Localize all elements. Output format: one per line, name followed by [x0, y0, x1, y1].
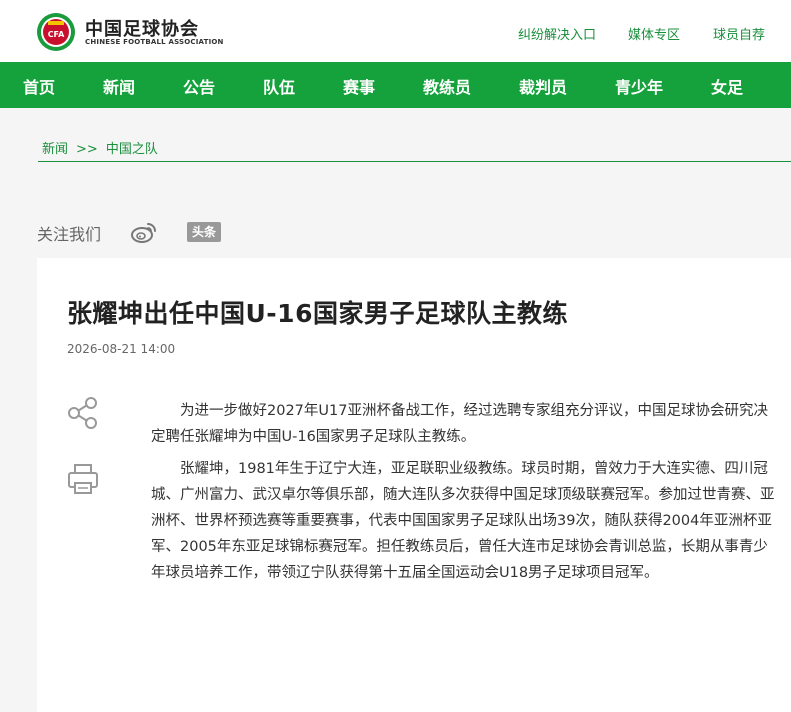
article-date: 2026-08-21 14:00: [67, 342, 176, 356]
article-paragraph: 张耀坤，1981年生于辽宁大连，亚足联职业级教练。球员时期，曾效力于大连实德、四…: [151, 461, 775, 581]
print-icon[interactable]: [65, 461, 101, 497]
cfa-logo[interactable]: CFA: [36, 12, 76, 52]
nav-teams[interactable]: 队伍: [263, 74, 295, 98]
nav-referees[interactable]: 裁判员: [519, 74, 567, 98]
nav-womens-football[interactable]: 女足: [711, 74, 743, 98]
breadcrumb-news[interactable]: 新闻: [42, 142, 68, 157]
nav-announcements[interactable]: 公告: [183, 74, 215, 98]
media-zone-link[interactable]: 媒体专区: [628, 24, 680, 43]
article-body: 为进一步做好2027年U17亚洲杯备战工作，经过选聘专家组充分评议，中国足球协会…: [151, 398, 777, 592]
article-title: 张耀坤出任中国U-16国家男子足球队主教练: [67, 299, 568, 328]
breadcrumb: 新闻 >> 中国之队: [42, 138, 158, 157]
share-icon[interactable]: [65, 395, 101, 431]
article-paragraph: 为进一步做好2027年U17亚洲杯备战工作，经过选聘专家组充分评议，中国足球协会…: [151, 403, 768, 445]
nav-news[interactable]: 新闻: [103, 74, 135, 98]
follow-us-label: 关注我们: [37, 225, 102, 244]
brand-name-english: CHINESE FOOTBALL ASSOCIATION: [85, 38, 224, 46]
toutiao-icon[interactable]: 头条: [187, 222, 221, 242]
dispute-resolution-link[interactable]: 纠纷解决入口: [518, 24, 596, 43]
nav-competitions[interactable]: 赛事: [343, 74, 375, 98]
article-card: 张耀坤出任中国U-16国家男子足球队主教练 2026-08-21 14:00 为…: [37, 258, 791, 712]
weibo-icon[interactable]: [130, 220, 158, 244]
site-header: CFA 中国足球协会 CHINESE FOOTBALL ASSOCIATION …: [0, 0, 791, 62]
breadcrumb-china-team[interactable]: 中国之队: [106, 142, 158, 157]
logo-text: CFA: [48, 30, 65, 39]
main-nav: 首页 新闻 公告 队伍 赛事 教练员 裁判员 青少年 女足: [0, 62, 791, 108]
player-recommend-link[interactable]: 球员自荐: [713, 24, 765, 43]
breadcrumb-divider: [38, 161, 791, 162]
nav-youth[interactable]: 青少年: [615, 74, 663, 98]
nav-home[interactable]: 首页: [23, 74, 55, 98]
nav-coaches[interactable]: 教练员: [423, 74, 471, 98]
breadcrumb-separator: >>: [76, 142, 98, 157]
